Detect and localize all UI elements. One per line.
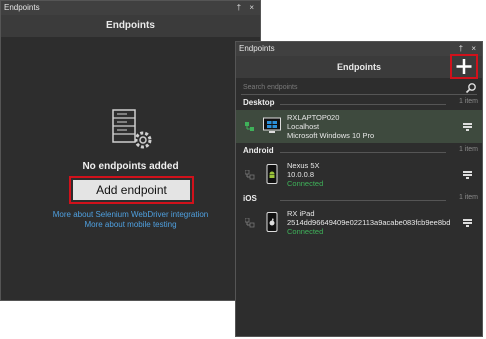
- endpoint-address: Localhost: [287, 122, 320, 131]
- endpoint-server-gear-icon: [112, 109, 152, 149]
- group-count: 1 item: [458, 98, 478, 105]
- endpoint-row-desktop[interactable]: RXLAPTOP020 Localhost Microsoft Windows …: [236, 110, 482, 143]
- panel-title: Endpoints: [239, 44, 275, 53]
- connection-status-icon: [245, 170, 255, 180]
- endpoint-details: RXLAPTOP020 Localhost Microsoft Windows …: [287, 113, 374, 140]
- connection-status-icon: [245, 218, 255, 228]
- apple-icon: [266, 212, 278, 232]
- group-divider: [280, 104, 446, 105]
- android-icon: [266, 164, 278, 184]
- window-controls[interactable]: † ×: [237, 1, 257, 15]
- search-placeholder: Search endpoints: [243, 84, 298, 91]
- endpoint-menu-icon[interactable]: [463, 171, 472, 179]
- group-name: Desktop: [243, 98, 275, 107]
- windows-icon: [263, 117, 281, 133]
- search-endpoints-input[interactable]: Search endpoints: [241, 82, 477, 95]
- group-divider: [280, 152, 446, 153]
- endpoints-panel-list: Endpoints † × Endpoints Search endpoints…: [235, 41, 483, 337]
- panel-header-title: Endpoints: [337, 62, 381, 72]
- group-ios: iOS 1 item: [236, 194, 482, 206]
- group-name: iOS: [243, 194, 257, 203]
- endpoint-row-android[interactable]: Nexus 5X 10.0.0.8 Connected: [236, 158, 482, 191]
- panel-titlebar[interactable]: Endpoints † ×: [236, 42, 482, 56]
- selenium-integration-link[interactable]: More about Selenium WebDriver integratio…: [1, 210, 260, 219]
- endpoint-name: RX iPad: [287, 209, 315, 218]
- endpoint-name: RXLAPTOP020: [287, 113, 340, 122]
- panel-titlebar[interactable]: Endpoints † ×: [1, 1, 260, 15]
- endpoint-row-ios[interactable]: RX iPad 2514dd96649409e022113a9acabe083f…: [236, 206, 482, 239]
- endpoint-address: 10.0.0.8: [287, 170, 315, 179]
- endpoint-udid: 2514dd96649409e022113a9acabe083fcb9ee8bd: [287, 218, 451, 227]
- group-android: Android 1 item: [236, 146, 482, 158]
- group-name: Android: [243, 146, 274, 155]
- panel-title: Endpoints: [4, 3, 40, 12]
- endpoint-status: Connected: [287, 227, 324, 236]
- connection-status-icon: [245, 122, 254, 131]
- group-divider: [280, 200, 446, 201]
- endpoint-status: Connected: [287, 179, 324, 188]
- endpoint-os: Microsoft Windows 10 Pro: [287, 131, 375, 140]
- panel-header: Endpoints: [236, 54, 482, 79]
- endpoint-menu-icon[interactable]: [463, 219, 472, 227]
- endpoint-details: Nexus 5X 10.0.0.8 Connected: [287, 161, 323, 188]
- search-icon[interactable]: [465, 82, 477, 94]
- group-count: 1 item: [458, 146, 478, 153]
- add-endpoint-plus-button[interactable]: [450, 54, 478, 79]
- mobile-testing-link[interactable]: More about mobile testing: [1, 220, 260, 229]
- add-endpoint-highlight: Add endpoint: [69, 176, 194, 204]
- group-count: 1 item: [458, 194, 478, 201]
- panel-header: Endpoints: [1, 15, 260, 37]
- endpoint-details: RX iPad 2514dd96649409e022113a9acabe083f…: [287, 209, 450, 236]
- group-desktop: Desktop 1 item: [236, 98, 482, 110]
- endpoints-panel-empty: Endpoints † × Endpoints No endpoints add…: [0, 0, 261, 301]
- add-endpoint-button[interactable]: Add endpoint: [73, 180, 190, 200]
- empty-state-message: No endpoints added: [82, 161, 179, 172]
- endpoint-menu-icon[interactable]: [463, 123, 472, 131]
- endpoint-name: Nexus 5X: [287, 161, 320, 170]
- plus-icon: [456, 59, 472, 74]
